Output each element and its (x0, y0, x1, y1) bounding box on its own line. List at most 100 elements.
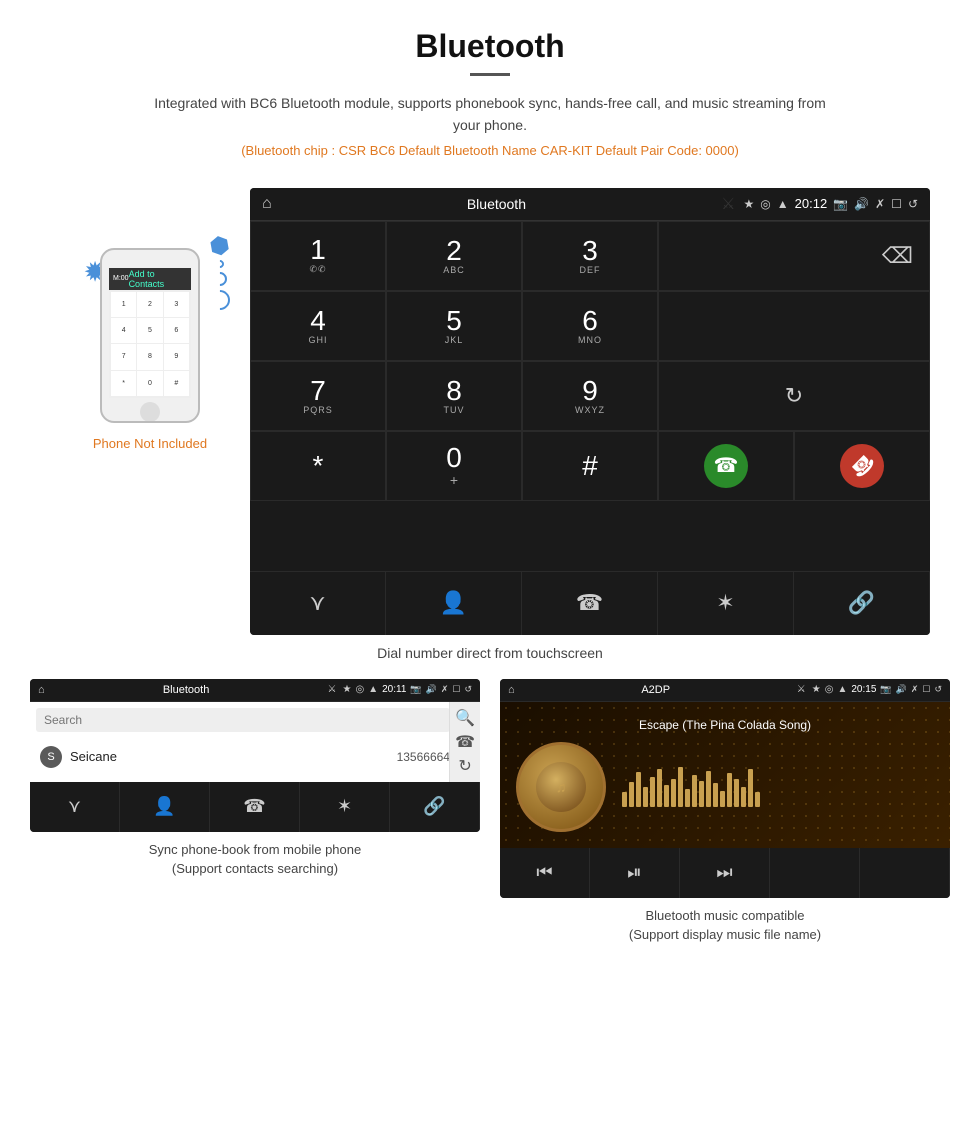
call-button-cell[interactable]: ☎ (658, 431, 794, 501)
pb-side-search-icon[interactable]: 🔍 (455, 708, 475, 728)
pb-contacts-btn[interactable]: 👤 (120, 782, 210, 832)
dial-refresh-cell[interactable]: ↻ (658, 361, 930, 431)
music-note-icon: ♫ (556, 779, 567, 795)
pb-bluetooth-btn[interactable]: ✶ (300, 782, 390, 832)
pb-vol-icon[interactable]: 🔊 (426, 684, 437, 695)
back-icon[interactable]: ↺ (908, 197, 918, 211)
volume-icon[interactable]: 🔊 (854, 197, 869, 211)
a2dp-loc-icon: ◎ (825, 684, 834, 695)
contact-row[interactable]: S Seicane 13566664466 (36, 738, 474, 776)
a2dp-body: Escape (The Pina Colada Song) ♫ (500, 702, 950, 848)
a2dp-usb-icon: ⚔ (797, 684, 806, 695)
screen-title: Bluetooth (280, 196, 714, 212)
a2dp-song-title: Escape (The Pina Colada Song) (516, 718, 934, 732)
phonebook-status-bar: ⌂ Bluetooth ⚔ ★ ◎ ▲ 20:11 📷 🔊 ✗ ☐ ↺ (30, 679, 480, 702)
phonebook-sidebar: 🔍 ☎ ↻ (449, 702, 480, 782)
equalizer-bar (727, 773, 732, 807)
pb-sig-icon: ▲ (368, 684, 378, 695)
dial-key-0[interactable]: 0+ (386, 431, 522, 501)
bluetooth-btn[interactable]: ✶ (658, 572, 794, 635)
main-screen-section: ⬢ ✹ M:00 Add to Contacts 123 456 (0, 188, 980, 635)
call-log-btn[interactable]: ☎ (522, 572, 658, 635)
pb-side-call-icon[interactable]: ☎ (455, 732, 475, 752)
bluetooth-status-icon: ★ (744, 197, 755, 211)
a2dp-play-btn[interactable]: ⏯ (590, 848, 680, 898)
a2dp-album-art: ♫ (516, 742, 606, 832)
backspace-icon[interactable]: ⌫ (882, 243, 913, 269)
dial-key-8[interactable]: 8TUV (386, 361, 522, 431)
phonebook-search-input[interactable] (36, 708, 450, 732)
phonebook-screen: ⌂ Bluetooth ⚔ ★ ◎ ▲ 20:11 📷 🔊 ✗ ☐ ↺ (30, 679, 480, 832)
phonebook-body: 🔍 S Seicane 13566664466 🔍 ☎ ↻ (30, 702, 480, 782)
a2dp-album-inner: ♫ (536, 762, 586, 812)
dial-key-1[interactable]: 1✆✆ (250, 221, 386, 291)
pb-cam-icon[interactable]: 📷 (410, 684, 421, 695)
a2dp-time: 20:15 (851, 684, 876, 695)
equalizer-bar (622, 792, 627, 807)
equalizer-bar (629, 782, 634, 807)
bluetooth-specs: (Bluetooth chip : CSR BC6 Default Blueto… (0, 143, 980, 158)
main-screen-caption: Dial number direct from touchscreen (0, 645, 980, 661)
equalizer-bar (699, 781, 704, 807)
location-icon: ◎ (760, 197, 770, 211)
equalizer-bar (720, 791, 725, 807)
a2dp-prev-btn[interactable]: ⏮ (500, 848, 590, 898)
a2dp-win-icon[interactable]: ☐ (922, 684, 930, 695)
a2dp-home-icon[interactable]: ⌂ (508, 684, 515, 696)
contacts-btn[interactable]: 👤 (386, 572, 522, 635)
a2dp-caption: Bluetooth music compatible(Support displ… (629, 906, 821, 945)
dial-key-hash[interactable]: # (522, 431, 658, 501)
pb-time: 20:11 (382, 684, 406, 695)
dial-key-3[interactable]: 3DEF (522, 221, 658, 291)
dial-key-5[interactable]: 5JKL (386, 291, 522, 361)
bottom-screens: ⌂ Bluetooth ⚔ ★ ◎ ▲ 20:11 📷 🔊 ✗ ☐ ↺ (0, 679, 980, 945)
a2dp-vol-icon[interactable]: 🔊 (896, 684, 907, 695)
hangup-button-cell[interactable]: ☎ (794, 431, 930, 501)
a2dp-next-btn[interactable]: ⏭ (680, 848, 770, 898)
dial-empty-row2 (658, 291, 930, 361)
a2dp-status-bar: ⌂ A2DP ⚔ ★ ◎ ▲ 20:15 📷 🔊 ✗ ☐ ↺ (500, 679, 950, 702)
a2dp-close-icon[interactable]: ✗ (911, 684, 919, 695)
dial-key-7[interactable]: 7PQRS (250, 361, 386, 431)
status-time: 20:12 (795, 196, 828, 211)
close-icon[interactable]: ✗ (875, 197, 885, 211)
a2dp-cam-icon[interactable]: 📷 (880, 684, 891, 695)
pb-close-icon[interactable]: ✗ (441, 684, 449, 695)
pb-call-btn[interactable]: ☎ (210, 782, 300, 832)
pb-win-icon[interactable]: ☐ (452, 684, 460, 695)
signal-icon: ▲ (777, 197, 789, 211)
page-header: Bluetooth Integrated with BC6 Bluetooth … (0, 0, 980, 188)
window-icon[interactable]: ☐ (891, 197, 902, 211)
a2dp-screen-wrap: ⌂ A2DP ⚔ ★ ◎ ▲ 20:15 📷 🔊 ✗ ☐ ↺ Escape (T… (495, 679, 955, 945)
dial-key-9[interactable]: 9WXYZ (522, 361, 658, 431)
home-icon[interactable]: ⌂ (262, 195, 272, 213)
equalizer-bar (643, 787, 648, 807)
pb-loc-icon: ◎ (355, 684, 364, 695)
a2dp-title: A2DP (521, 684, 791, 696)
equalizer-bar (678, 767, 683, 807)
a2dp-content: ♫ (516, 742, 934, 832)
page-description: Integrated with BC6 Bluetooth module, su… (140, 92, 840, 137)
equalizer-bar (636, 772, 641, 807)
pb-dialpad-btn[interactable]: ⋎ (30, 782, 120, 832)
equalizer-bar (734, 779, 739, 807)
pb-home-icon[interactable]: ⌂ (38, 684, 45, 696)
dial-key-4[interactable]: 4GHI (250, 291, 386, 361)
equalizer-bar (713, 783, 718, 807)
car-bottom-bar: ⋎ 👤 ☎ ✶ 🔗 (250, 571, 930, 635)
dial-key-6[interactable]: 6MNO (522, 291, 658, 361)
pb-link-btn[interactable]: 🔗 (390, 782, 480, 832)
link-btn[interactable]: 🔗 (794, 572, 930, 635)
phonebook-screen-wrap: ⌂ Bluetooth ⚔ ★ ◎ ▲ 20:11 📷 🔊 ✗ ☐ ↺ (25, 679, 485, 945)
phonebook-caption: Sync phone-book from mobile phone(Suppor… (149, 840, 361, 879)
dial-key-star[interactable]: * (250, 431, 386, 501)
phone-body: M:00 Add to Contacts 123 456 789 *0# (100, 248, 200, 423)
dialpad-btn[interactable]: ⋎ (250, 572, 386, 635)
pb-side-refresh-icon[interactable]: ↻ (458, 756, 471, 776)
dial-key-2[interactable]: 2ABC (386, 221, 522, 291)
a2dp-back-icon[interactable]: ↺ (934, 684, 942, 695)
dialpad-grid: 1✆✆ 2ABC 3DEF ⌫ 4GHI 5JKL 6MNO (250, 221, 930, 571)
equalizer-bar (706, 771, 711, 807)
camera-icon[interactable]: 📷 (833, 197, 848, 211)
pb-back-icon[interactable]: ↺ (464, 684, 472, 695)
